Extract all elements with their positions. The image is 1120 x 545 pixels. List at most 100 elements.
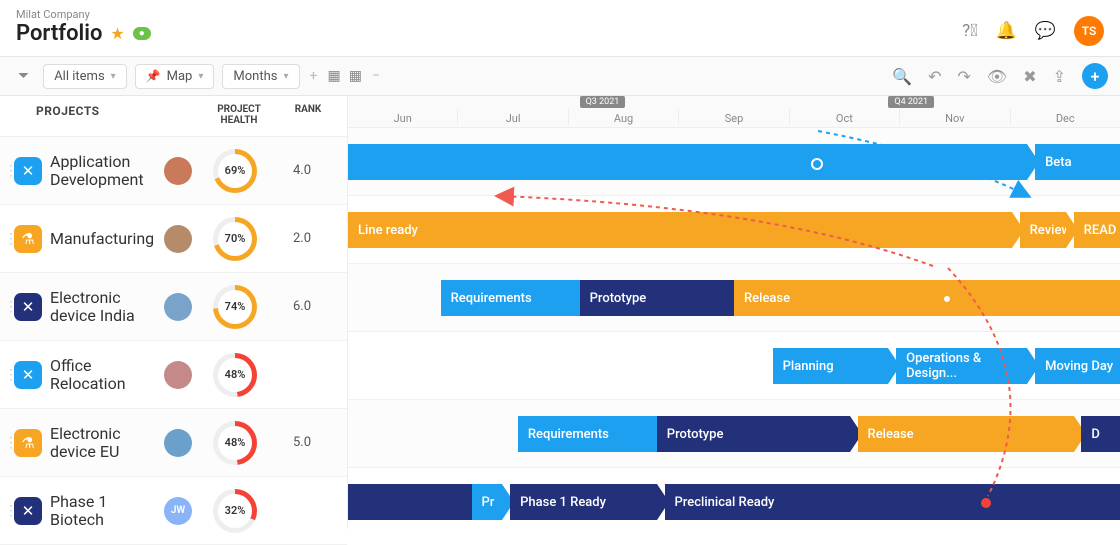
owner-avatar[interactable] bbox=[164, 429, 192, 457]
view-dropdown[interactable]: 📌 Map ▾ bbox=[135, 64, 215, 89]
redo-icon[interactable]: ↷ bbox=[957, 67, 970, 86]
timeline-bar[interactable]: D bbox=[1081, 416, 1120, 452]
project-row[interactable]: ⋮⋮ ✕ Office Relocation 48% bbox=[0, 341, 347, 409]
timeline-lane[interactable]: Requirements Prototype Release D bbox=[348, 400, 1120, 468]
timeline-bar[interactable]: Moving Day bbox=[1035, 348, 1120, 384]
timeline-bar[interactable] bbox=[348, 144, 1027, 180]
drag-handle-icon[interactable]: ⋮⋮ bbox=[0, 231, 12, 247]
timeline-lane[interactable]: Planning Operations & Design... Moving Day bbox=[348, 332, 1120, 400]
bar-label: Line ready bbox=[358, 223, 418, 238]
drag-handle-icon[interactable]: ⋮⋮ bbox=[0, 503, 12, 519]
drag-handle-icon[interactable]: ⋮⋮ bbox=[0, 435, 12, 451]
undo-icon[interactable]: ↶ bbox=[928, 67, 941, 86]
notifications-icon[interactable]: 🔔 bbox=[996, 21, 1017, 41]
project-row[interactable]: ⋮⋮ ✕ Electronic device India 74% 6.0 bbox=[0, 273, 347, 341]
calendar-range-icon[interactable]: ▦ bbox=[349, 68, 362, 84]
rank-value: 6.0 bbox=[274, 299, 330, 314]
bar-label: Prototype bbox=[667, 427, 724, 442]
timeline-bar[interactable]: READ bbox=[1074, 212, 1120, 248]
star-icon[interactable]: ★ bbox=[110, 24, 124, 43]
timeline-bar[interactable] bbox=[348, 484, 472, 520]
timeline-bar[interactable]: Prototype bbox=[657, 416, 850, 452]
month-label: Dec bbox=[1010, 109, 1120, 125]
pin-icon: 📌 bbox=[146, 69, 161, 83]
drag-handle-icon[interactable]: ⋮⋮ bbox=[0, 299, 12, 315]
bar-label: D bbox=[1091, 427, 1100, 442]
health-value: 32% bbox=[225, 504, 246, 517]
timeline-bar[interactable]: Release bbox=[734, 280, 1120, 316]
health-value: 69% bbox=[225, 164, 246, 177]
health-value: 70% bbox=[225, 232, 246, 245]
owner-avatar[interactable] bbox=[164, 157, 192, 185]
company-name: Milat Company bbox=[16, 8, 151, 21]
project-icon: ⚗ bbox=[14, 225, 42, 253]
search-icon[interactable]: 🔍 bbox=[892, 67, 912, 86]
month-label: Nov bbox=[899, 109, 1009, 125]
drag-handle-icon[interactable]: ⋮⋮ bbox=[0, 163, 12, 179]
chevron-down-icon: ▾ bbox=[111, 71, 116, 82]
filter-icon[interactable]: ⏷ bbox=[12, 64, 35, 88]
rank-value: 4.0 bbox=[274, 163, 330, 178]
timeline-lane[interactable]: Pr Phase 1 Ready Preclinical Ready bbox=[348, 468, 1120, 529]
owner-avatar[interactable] bbox=[164, 225, 192, 253]
owner-avatar[interactable]: JW bbox=[164, 497, 192, 525]
project-row[interactable]: ⋮⋮ ✕ Phase 1 Biotech JW 32% bbox=[0, 477, 347, 545]
chevron-down-icon: ▾ bbox=[283, 71, 288, 82]
filter-dropdown[interactable]: All items ▾ bbox=[43, 64, 126, 89]
timeline-bar[interactable]: Beta bbox=[1035, 144, 1120, 180]
timeline-bar[interactable]: Requirements bbox=[441, 280, 580, 316]
timeline-lane[interactable]: RequirementsPrototypeRelease bbox=[348, 264, 1120, 332]
timeline-bar[interactable]: Line ready bbox=[348, 212, 1012, 248]
visibility-icon[interactable]: 👁 bbox=[987, 67, 1007, 86]
timeline-bar[interactable]: Phase 1 Ready bbox=[510, 484, 657, 520]
milestone-marker[interactable] bbox=[981, 498, 991, 508]
owner-avatar[interactable] bbox=[164, 361, 192, 389]
timeline-bar[interactable]: Release bbox=[858, 416, 1074, 452]
health-ring: 48% bbox=[213, 353, 257, 397]
help-icon[interactable]: ?⃝ bbox=[962, 21, 978, 41]
calendar-icon[interactable]: ▦ bbox=[327, 68, 340, 84]
health-value: 48% bbox=[225, 436, 246, 449]
project-icon: ✕ bbox=[14, 157, 42, 185]
timeline-bar[interactable]: Preclinical Ready bbox=[665, 484, 1120, 520]
page-title: Portfolio bbox=[16, 21, 102, 46]
bar-label: Phase 1 Ready bbox=[520, 495, 606, 510]
project-row[interactable]: ⋮⋮ ⚗ Electronic device EU 48% 5.0 bbox=[0, 409, 347, 477]
timeline-bar[interactable]: Review bbox=[1020, 212, 1066, 248]
bar-label: Beta bbox=[1045, 155, 1072, 170]
timeline-lane[interactable]: Line ready Review READ bbox=[348, 196, 1120, 264]
share-icon[interactable]: ⇪ bbox=[1053, 67, 1066, 86]
timeline-bar[interactable]: Prototype bbox=[580, 280, 734, 316]
add-button[interactable]: + bbox=[1082, 63, 1108, 89]
project-row[interactable]: ⋮⋮ ⚗ Manufacturing 70% 2.0 bbox=[0, 205, 347, 273]
user-avatar[interactable]: TS bbox=[1074, 16, 1104, 46]
month-label: Oct bbox=[789, 109, 899, 125]
health-value: 74% bbox=[225, 300, 246, 313]
bar-label: READ bbox=[1084, 223, 1117, 238]
month-label: Jul bbox=[457, 109, 567, 125]
tools-icon[interactable]: ✖ bbox=[1023, 67, 1036, 86]
timeline-bar[interactable]: Pr bbox=[472, 484, 503, 520]
timeline-bar[interactable]: Requirements bbox=[518, 416, 657, 452]
month-label: Sep bbox=[678, 109, 788, 125]
timeline-lane[interactable]: Beta bbox=[348, 128, 1120, 196]
timeline-bar[interactable]: Operations & Design... bbox=[896, 348, 1027, 384]
col-health: PROJECT HEALTH bbox=[200, 104, 278, 126]
project-icon: ✕ bbox=[14, 361, 42, 389]
project-row[interactable]: ⋮⋮ ✕ Application Development 69% 4.0 bbox=[0, 137, 347, 205]
quarter-label: Q3 2021 bbox=[580, 96, 626, 108]
project-name: Manufacturing bbox=[44, 230, 164, 248]
bar-label: Operations & Design... bbox=[906, 351, 1027, 381]
timeline-bar[interactable]: Planning bbox=[773, 348, 889, 384]
scale-label: Months bbox=[233, 69, 277, 84]
scale-dropdown[interactable]: Months ▾ bbox=[222, 64, 299, 89]
owner-avatar[interactable] bbox=[164, 293, 192, 321]
drag-handle-icon[interactable]: ⋮⋮ bbox=[0, 367, 12, 383]
zoom-in-icon[interactable]: + bbox=[308, 68, 320, 84]
zoom-out-icon[interactable]: − bbox=[370, 68, 382, 84]
chevron-down-icon: ▾ bbox=[198, 71, 203, 82]
project-icon: ✕ bbox=[14, 293, 42, 321]
bar-label: Review bbox=[1030, 223, 1071, 238]
cloud-status-icon: ● bbox=[133, 27, 151, 40]
chat-icon[interactable]: 💬 bbox=[1035, 21, 1056, 41]
